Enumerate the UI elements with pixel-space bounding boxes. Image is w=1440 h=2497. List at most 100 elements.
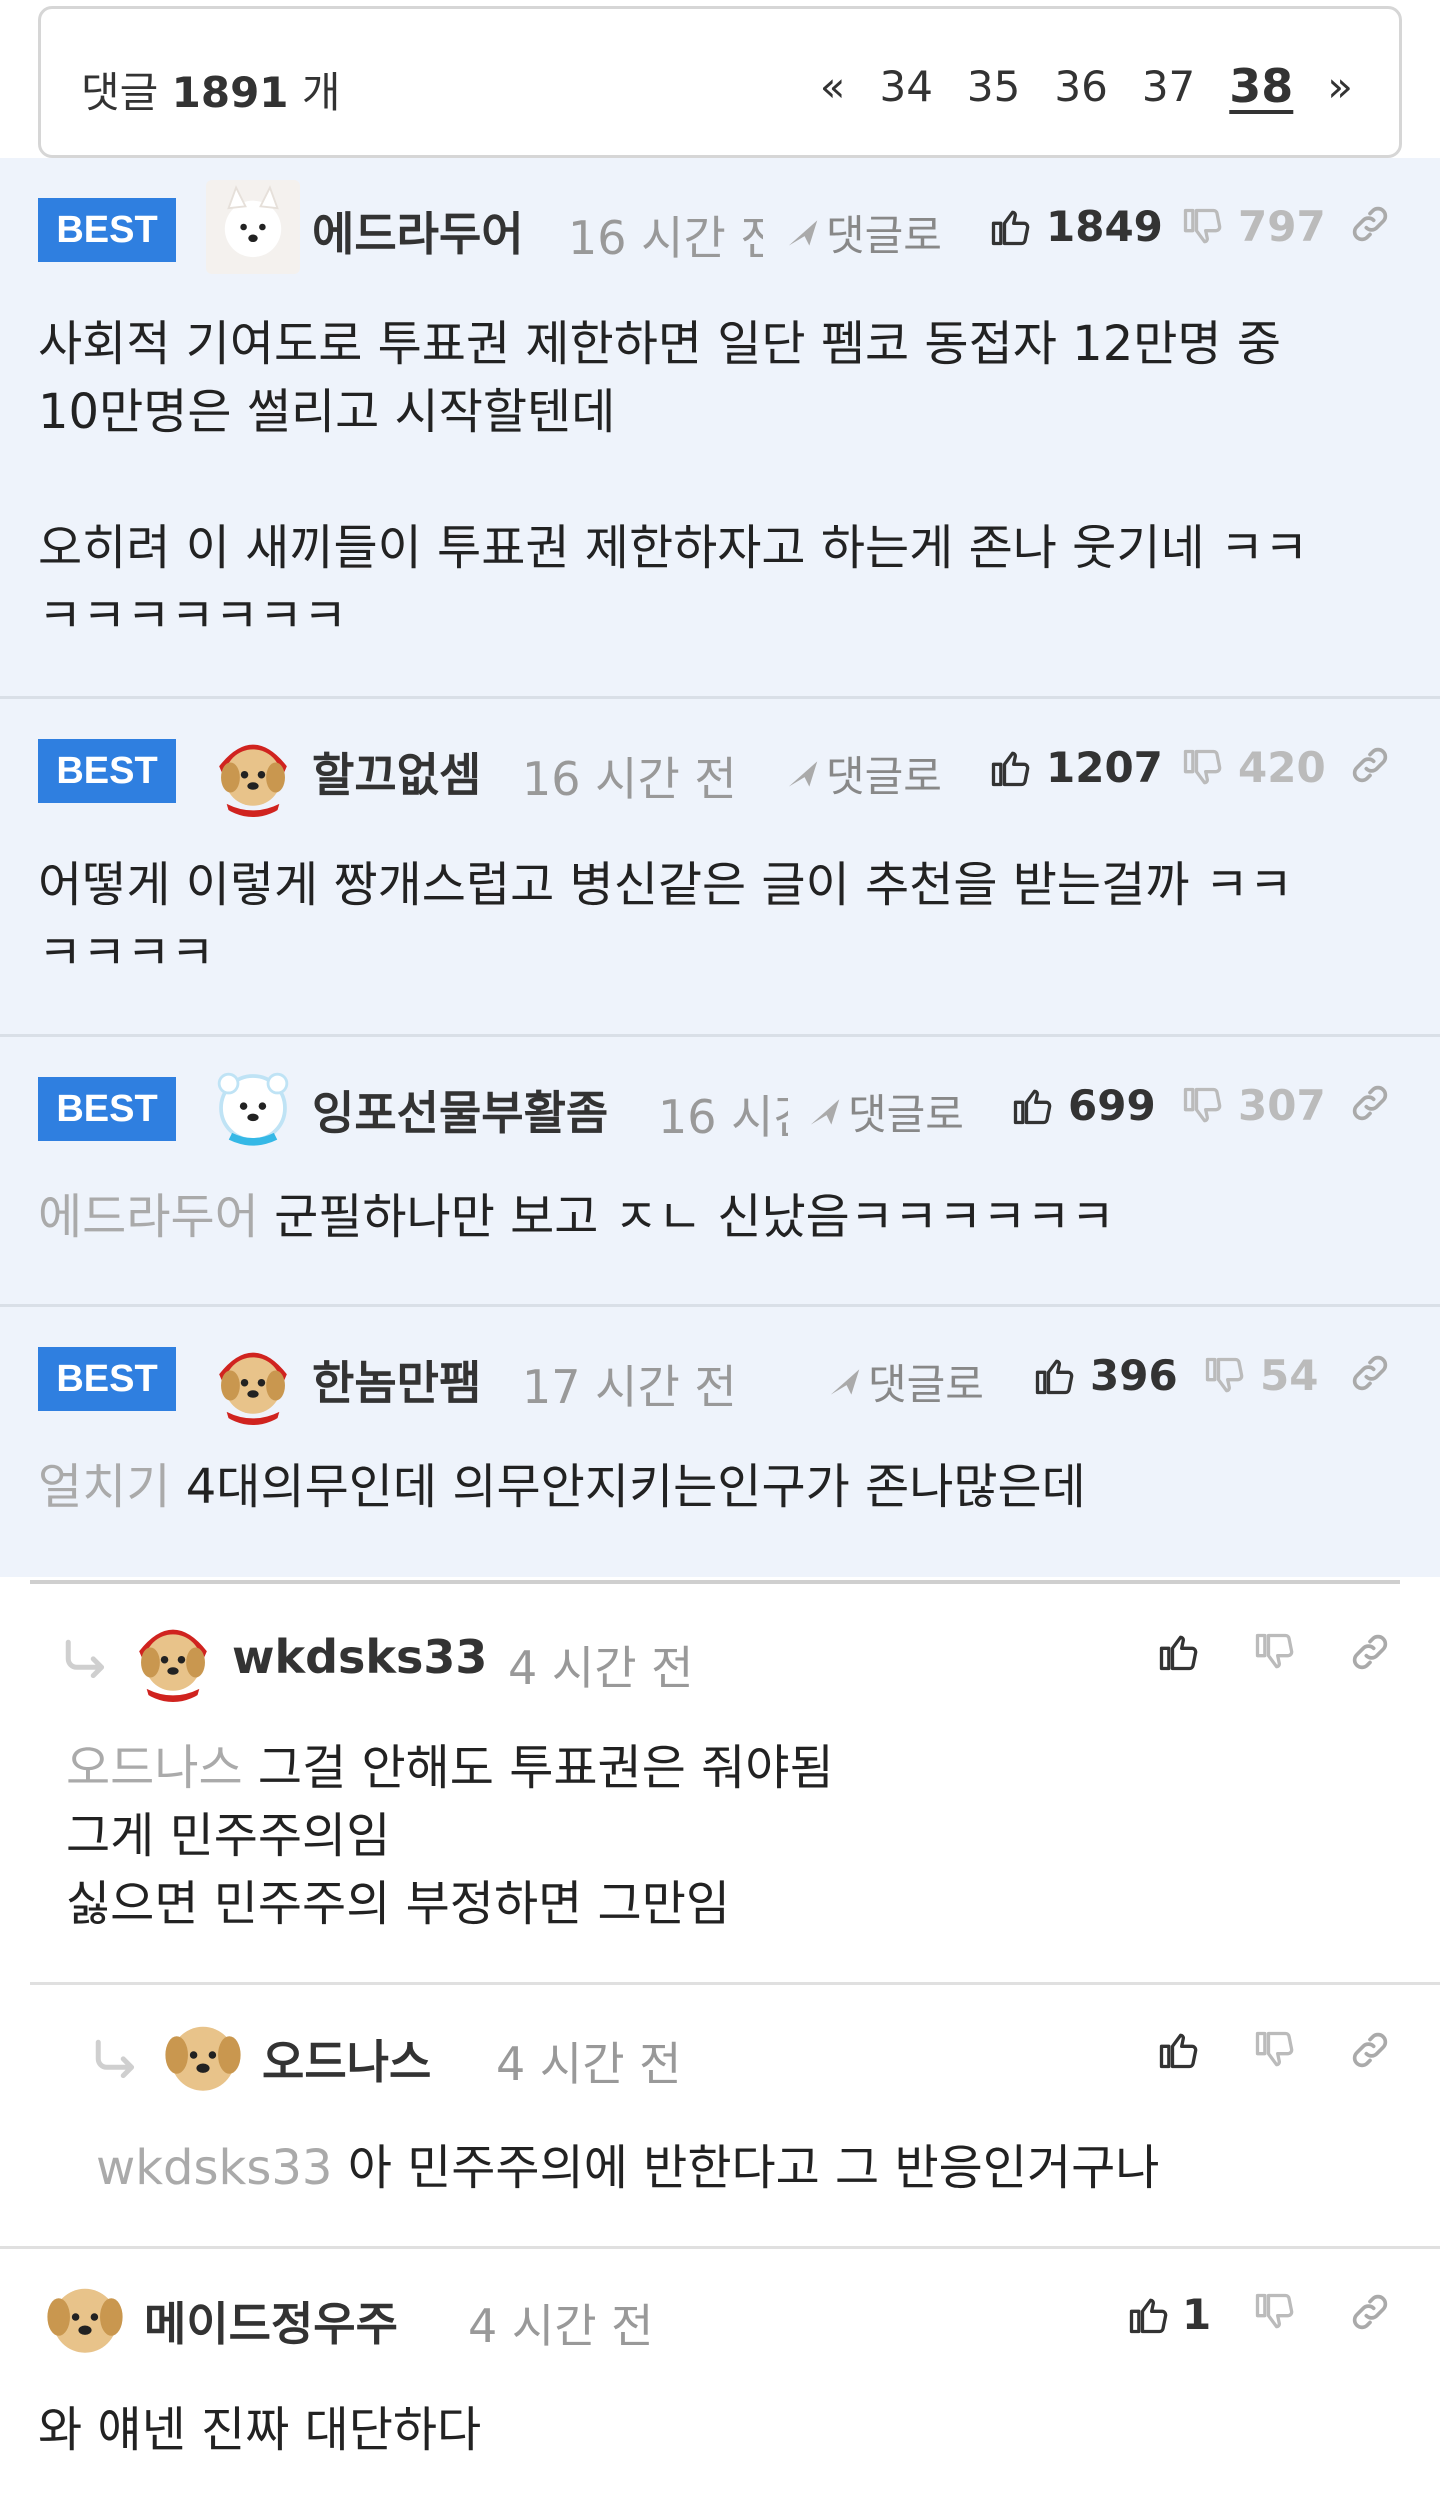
timestamp: 4 시간 전 — [508, 1641, 694, 1695]
divider — [30, 1982, 1440, 1985]
dislike-count: 54 — [1260, 1351, 1319, 1400]
avatar[interactable] — [206, 723, 300, 817]
nickname[interactable]: 할끄없셈 — [312, 739, 481, 805]
reply-label: 댓글로 — [868, 1360, 984, 1409]
best-badge: BEST — [38, 1347, 176, 1411]
comment-count-unit: 개 — [301, 68, 341, 117]
like-count: 1207 — [1046, 743, 1163, 792]
nickname[interactable]: 오드나스 — [262, 2026, 431, 2092]
reply-label: 댓글로 — [826, 752, 942, 801]
comment-text: 군필하나만 보고 ㅈㄴ 신났음ㅋㅋㅋㅋㅋㅋ — [274, 1189, 1115, 1245]
link-icon[interactable] — [1348, 743, 1392, 787]
comment-count: 댓글 1891 개 — [81, 59, 341, 120]
comment-body: 어떻게 이렇게 짱개스럽고 병신같은 글이 추천을 받는걸까 ㅋㅋ ㅋㅋㅋㅋ — [38, 857, 1293, 981]
thumb-up-icon — [1010, 1084, 1054, 1128]
thumb-up-icon[interactable] — [1156, 1630, 1200, 1674]
reply-button[interactable]: 댓글로 — [826, 1351, 984, 1412]
best-comment: BEST 할끄없셈 16 시간 전 댓글로 1207 420 어떻게 이렇게 짱… — [0, 699, 1440, 1035]
page-link[interactable]: 35 — [967, 62, 1020, 111]
timestamp: 16 시간 전 — [658, 1090, 788, 1144]
comment-body: 에드라두어 군필하나만 보고 ㅈㄴ 신났음ㅋㅋㅋㅋㅋㅋ — [38, 1183, 1408, 1251]
thumb-down-icon[interactable] — [1252, 2290, 1296, 2334]
dislike-button[interactable]: 420 — [1180, 743, 1326, 792]
thumb-up-icon — [1032, 1354, 1076, 1398]
thumb-up-icon[interactable] — [1156, 2028, 1200, 2072]
comment-body: 오드나스 그걸 안해도 투표권은 줘야됨 그게 민주주의임 싫으면 민주주의 부… — [66, 1734, 1386, 1938]
comment-label: 댓글 — [81, 68, 159, 117]
thumb-up-icon — [988, 746, 1032, 790]
best-badge: BEST — [38, 739, 176, 803]
timestamp: 16 시간 전 — [568, 211, 763, 265]
nickname[interactable]: 메이드정우주 — [144, 2288, 398, 2354]
nickname[interactable]: 에드라두어 — [312, 198, 524, 264]
mention[interactable]: 오드나스 — [66, 1740, 243, 1796]
like-count: 1 — [1182, 2290, 1212, 2339]
nickname[interactable]: 한놈만팸 — [312, 1347, 481, 1413]
comment-body: wkdsks33 아 민주주의에 반한다고 그 반응인거구나 — [96, 2134, 1396, 2202]
avatar[interactable] — [206, 180, 300, 274]
timestamp: 4 시간 전 — [468, 2299, 654, 2353]
avatar[interactable] — [38, 2270, 132, 2364]
link-icon[interactable] — [1348, 2028, 1392, 2072]
thumb-down-icon — [1180, 205, 1224, 249]
page-link[interactable]: 36 — [1054, 62, 1107, 111]
mention[interactable]: wkdsks33 — [96, 2140, 332, 2196]
dislike-button[interactable]: 307 — [1180, 1081, 1326, 1130]
link-icon[interactable] — [1348, 1081, 1392, 1125]
link-icon[interactable] — [1348, 1351, 1392, 1395]
page-link[interactable]: 37 — [1142, 62, 1195, 111]
avatar[interactable] — [206, 1331, 300, 1425]
link-icon[interactable] — [1348, 202, 1392, 246]
avatar[interactable] — [156, 2008, 250, 2102]
mention[interactable]: 얼치기 — [38, 1459, 170, 1515]
thumb-down-icon[interactable] — [1252, 2028, 1296, 2072]
send-icon — [826, 1363, 864, 1401]
prev-page-button[interactable]: « — [820, 62, 846, 111]
reply-button[interactable]: 댓글로 — [784, 202, 942, 263]
like-button[interactable]: 396 — [1032, 1351, 1178, 1400]
thumb-down-icon — [1202, 1354, 1246, 1398]
like-count: 396 — [1090, 1351, 1178, 1400]
current-page[interactable]: 38 — [1229, 59, 1293, 113]
mention[interactable]: 에드라두어 — [38, 1189, 259, 1245]
link-icon[interactable] — [1348, 1630, 1392, 1674]
thumb-up-icon — [1126, 2293, 1170, 2337]
send-icon — [806, 1093, 844, 1131]
link-icon[interactable] — [1348, 2290, 1392, 2334]
thumb-down-icon — [1180, 1084, 1224, 1128]
comments-header: 댓글 1891 개 « 34 35 36 37 38 » — [38, 6, 1402, 158]
divider — [30, 1580, 1400, 1584]
like-button[interactable]: 1849 — [988, 202, 1163, 251]
timestamp: 16 시간 전 — [522, 752, 737, 806]
best-comment: BEST 잉포선물부활좀 16 시간 전 댓글로 699 307 에드라두어 군… — [0, 1037, 1440, 1305]
thumb-down-icon[interactable] — [1252, 1630, 1296, 1674]
dislike-button[interactable]: 54 — [1202, 1351, 1318, 1400]
nickname[interactable]: 잉포선물부활좀 — [312, 1077, 608, 1143]
send-icon — [784, 214, 822, 252]
reply-arrow-icon — [92, 2036, 142, 2086]
avatar[interactable] — [126, 1608, 220, 1702]
thumb-up-icon — [988, 205, 1032, 249]
best-comment: BEST 에드라두어 16 시간 전 댓글로 1849 797 사회적 기여도로… — [0, 158, 1440, 698]
comment-count-value: 1891 — [171, 68, 289, 117]
next-page-button[interactable]: » — [1327, 62, 1353, 111]
timestamp: 17 시간 전 — [522, 1360, 737, 1414]
send-icon — [784, 755, 822, 793]
avatar[interactable] — [206, 1061, 300, 1155]
dislike-count: 420 — [1238, 743, 1326, 792]
comment-body: 와 얘넨 진짜 대단하다 — [38, 2402, 482, 2458]
reply-label: 댓글로 — [848, 1090, 964, 1139]
like-button[interactable]: 699 — [1010, 1081, 1156, 1130]
dislike-count: 797 — [1238, 202, 1326, 251]
pagination: « 34 35 36 37 38 » — [786, 59, 1353, 113]
reply-button[interactable]: 댓글로 — [784, 743, 942, 804]
reply-button[interactable]: 댓글로 — [806, 1081, 964, 1142]
reply-label: 댓글로 — [826, 211, 942, 260]
like-button[interactable]: 1 — [1126, 2290, 1211, 2339]
like-button[interactable]: 1207 — [988, 743, 1163, 792]
reply-arrow-icon — [62, 1636, 112, 1686]
page-link[interactable]: 34 — [879, 62, 932, 111]
like-count: 699 — [1068, 1081, 1156, 1130]
nickname[interactable]: wkdsks33 — [232, 1630, 487, 1684]
dislike-button[interactable]: 797 — [1180, 202, 1326, 251]
